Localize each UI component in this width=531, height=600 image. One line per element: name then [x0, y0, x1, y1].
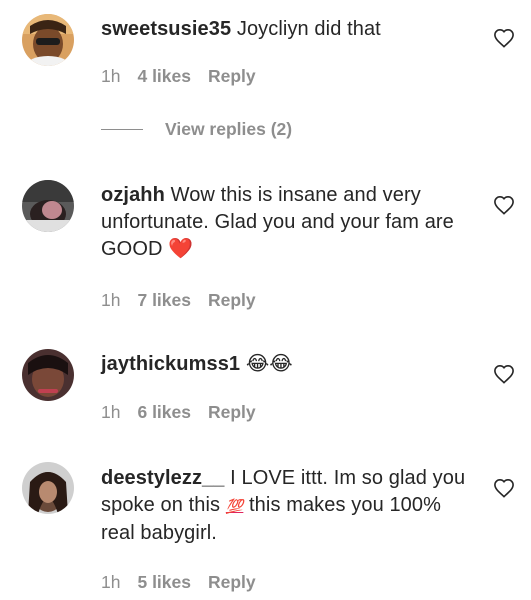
- comment-username[interactable]: sweetsusie35: [101, 18, 231, 40]
- like-heart-icon[interactable]: [493, 195, 515, 215]
- laughing-emoji: 😂😂: [245, 353, 293, 375]
- comment-meta: 1h 6 likes Reply: [101, 402, 273, 423]
- comment-body: ozjahh Wow this is insane and very unfor…: [101, 182, 471, 263]
- comment-likes[interactable]: 6 likes: [137, 402, 191, 422]
- comment-body: jaythickumss1 😂😂: [101, 351, 471, 378]
- divider-line: [101, 128, 143, 130]
- comment-likes[interactable]: 7 likes: [137, 290, 191, 310]
- comment-meta: 1h 4 likes Reply: [101, 66, 273, 87]
- comment-likes[interactable]: 4 likes: [137, 66, 191, 86]
- avatar[interactable]: [22, 14, 74, 66]
- reply-button[interactable]: Reply: [208, 290, 256, 310]
- hundred-points-emoji: 💯: [225, 498, 244, 514]
- comment-username[interactable]: jaythickumss1: [101, 353, 240, 375]
- reply-button[interactable]: Reply: [208, 572, 256, 592]
- comment-body: deestylezz__ I LOVE ittt. Im so glad you…: [101, 465, 471, 547]
- comment-time: 1h: [101, 290, 121, 310]
- comment-body: sweetsusie35 Joycliyn did that: [101, 16, 471, 43]
- avatar[interactable]: [22, 180, 74, 232]
- reply-button[interactable]: Reply: [208, 402, 256, 422]
- comment-username[interactable]: deestylezz__: [101, 467, 225, 489]
- like-heart-icon[interactable]: [493, 364, 515, 384]
- comment-time: 1h: [101, 402, 121, 422]
- comment-time: 1h: [101, 66, 121, 86]
- avatar[interactable]: [22, 462, 74, 514]
- like-heart-icon[interactable]: [493, 478, 515, 498]
- red-heart-emoji: ❤️: [168, 238, 194, 260]
- comment-likes[interactable]: 5 likes: [137, 572, 191, 592]
- comment-meta: 1h 5 likes Reply: [101, 572, 273, 593]
- comment-meta: 1h 7 likes Reply: [101, 290, 273, 311]
- avatar[interactable]: [22, 349, 74, 401]
- like-heart-icon[interactable]: [493, 28, 515, 48]
- view-replies-button[interactable]: View replies (2): [101, 119, 292, 143]
- comment-time: 1h: [101, 572, 121, 592]
- view-replies-label: View replies (2): [165, 119, 293, 139]
- comment-text: Joycliyn did that: [231, 18, 381, 40]
- comment-username[interactable]: ozjahh: [101, 184, 165, 206]
- reply-button[interactable]: Reply: [208, 66, 256, 86]
